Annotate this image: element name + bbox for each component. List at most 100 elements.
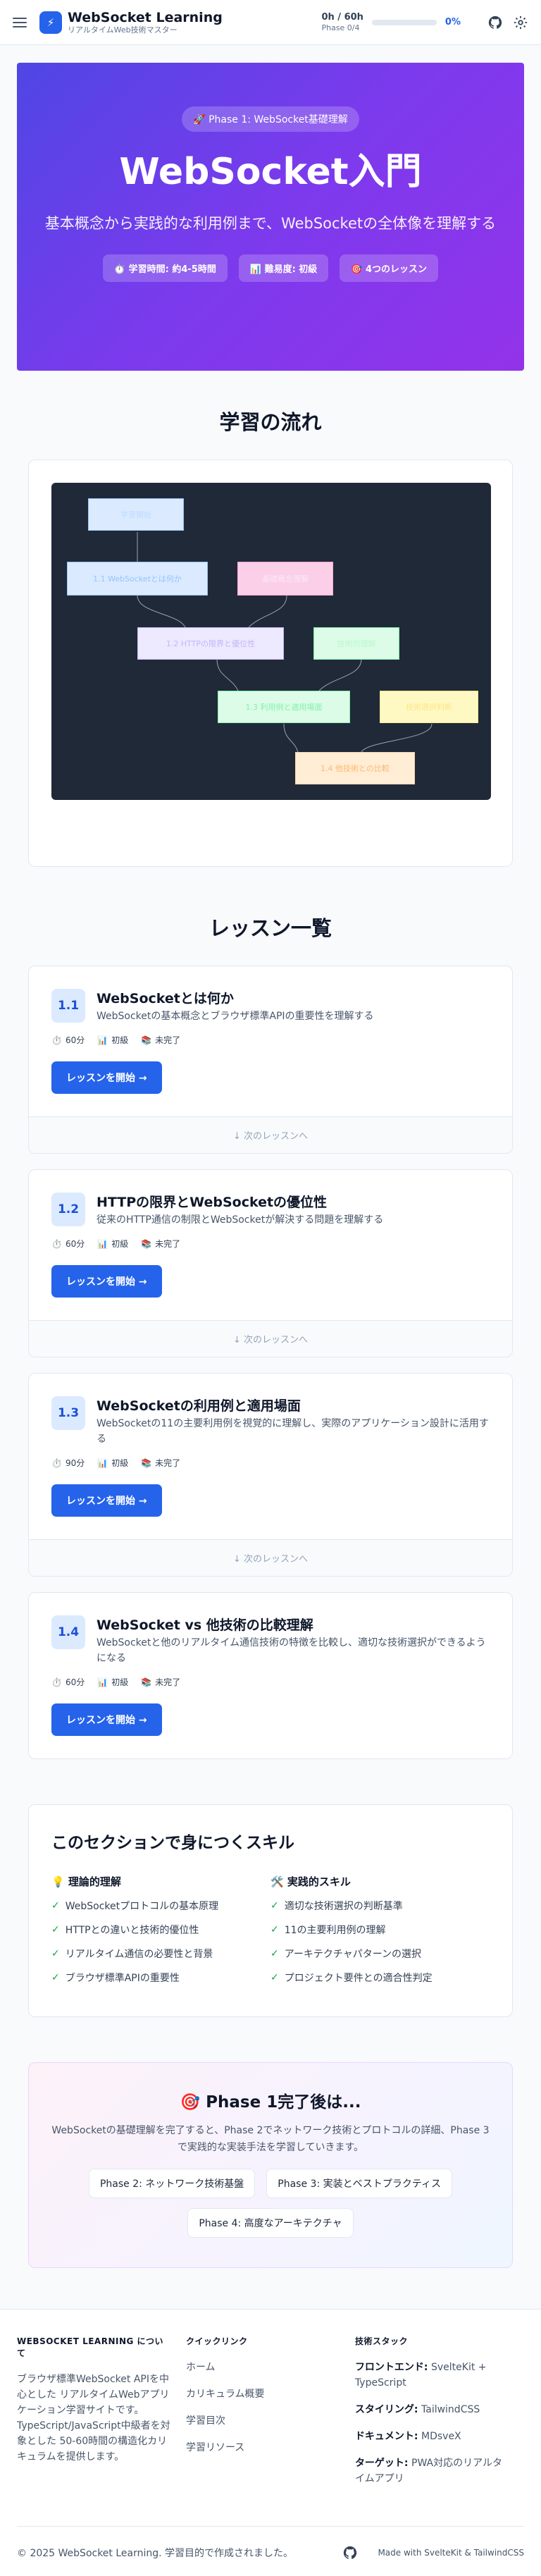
gear-icon[interactable]	[513, 15, 528, 30]
books-icon: 📚	[141, 1238, 152, 1249]
lesson-status: 📚 未完了	[141, 1238, 181, 1250]
footer-about: WEBSOCKET LEARNING について ブラウザ標準WebSocket …	[17, 2335, 186, 2498]
footer-tech: 技術スタック フロントエンド: SvelteKit + TypeScript ス…	[355, 2335, 524, 2498]
chart-icon: 📊	[97, 1677, 108, 1687]
stat-lesson-count: 🎯 4つのレッスン	[340, 254, 439, 282]
lesson-title[interactable]: WebSocketの利用例と適用場面	[97, 1398, 490, 1415]
clock-icon: ⏱️	[51, 1458, 62, 1468]
brand[interactable]: WebSocket Learning リアルタイムWeb技術マスター	[68, 10, 223, 35]
site-footer: WEBSOCKET LEARNING について ブラウザ標準WebSocket …	[0, 2309, 541, 2576]
books-icon: 📚	[141, 1677, 152, 1687]
next-lesson-link[interactable]: ↓ 次のレッスンへ	[29, 1539, 512, 1576]
phase-2-link[interactable]: Phase 2: ネットワーク技術基盤	[88, 2169, 256, 2198]
flow-node-1-3: 1.3 利用例と適用場面	[218, 691, 350, 723]
chart-icon: 📊	[97, 1458, 108, 1468]
phase-4-link[interactable]: Phase 4: 高度なアーキテクチャ	[187, 2208, 354, 2238]
check-icon: ✓	[270, 1924, 279, 1935]
skill-item: ✓ 11の主要利用例の理解	[270, 1924, 386, 1936]
flow-card: 学習開始 1.1 WebSocketとは何か 基礎概念理解 1.2 HTTPの限…	[28, 460, 513, 867]
check-icon: ✓	[51, 1948, 60, 1959]
footer-link-curriculum[interactable]: カリキュラム概要	[186, 2386, 341, 2401]
check-icon: ✓	[51, 1900, 60, 1911]
flow-node-tech: 技術的理解	[313, 627, 399, 660]
skill-item: ✓ アーキテクチャパターンの選択	[270, 1948, 422, 1960]
chart-icon: 📊	[97, 1035, 108, 1045]
lesson-title[interactable]: HTTPの限界とWebSocketの優位性	[97, 1194, 383, 1211]
lesson-description: WebSocketと他のリアルタイム通信技術の特徴を比較し、適切な技術選択ができ…	[97, 1637, 486, 1664]
check-icon: ✓	[51, 1924, 60, 1935]
skill-item: ✓ HTTPとの違いと技術的優位性	[51, 1924, 199, 1936]
lesson-time: ⏱️ 60分	[51, 1677, 85, 1688]
hero-banner: 🚀 Phase 1: WebSocket基礎理解 WebSocket入門 基本概…	[17, 63, 524, 371]
tech-item: ドキュメント: MDsveX	[354, 2431, 461, 2442]
chart-icon: 📊	[97, 1238, 108, 1249]
theory-skills: 💡 理論的理解 ✓ WebSocketプロトコルの基本原理 ✓ HTTPとの違いと技…	[51, 1874, 270, 1995]
phase-complete-card: 🎯 Phase 1完了後は... WebSocketの基礎理解を完了すると、Ph…	[28, 2062, 513, 2268]
start-lesson-button[interactable]: レッスンを開始 →	[51, 1265, 162, 1298]
flow-section-title: 学習の流れ	[219, 410, 322, 434]
start-lesson-button[interactable]: レッスンを開始 →	[51, 1484, 162, 1517]
lesson-level: 📊 初級	[97, 1238, 129, 1250]
theory-heading: 💡 理論的理解	[51, 1875, 121, 1888]
phase-badge: 🚀 Phase 1: WebSocket基礎理解	[182, 106, 359, 132]
skill-item: ✓ プロジェクト要件との適合性判定	[270, 1972, 433, 1984]
lesson-card: 1.2 HTTPの限界とWebSocketの優位性 従来のHTTP通信の制限とW…	[28, 1169, 513, 1357]
flow-node-start: 学習開始	[88, 498, 184, 531]
skill-item: ✓ リアルタイム通信の必要性と背景	[51, 1948, 213, 1960]
skills-card: このセクションで身につくスキル 💡 理論的理解 ✓ WebSocketプロトコルの…	[28, 1804, 513, 2017]
phase-3-link[interactable]: Phase 3: 実装とベストプラクティス	[266, 2169, 453, 2198]
footer-tech-title: 技術スタック	[354, 2336, 408, 2346]
lesson-number: 1.3	[51, 1396, 85, 1430]
lesson-card: 1.1 WebSocketとは何か WebSocketの基本概念とブラウザ標準A…	[28, 966, 513, 1154]
github-icon[interactable]	[342, 2545, 358, 2560]
clock-icon: ⏱️	[51, 1238, 62, 1249]
lesson-description: WebSocketの11の主要利用例を視覚的に理解し、実際のアプリケーション設計…	[97, 1418, 489, 1445]
tech-item: スタイリング: TailwindCSS	[354, 2404, 480, 2415]
start-lesson-button[interactable]: レッスンを開始 →	[51, 1061, 162, 1094]
lesson-description: WebSocketの基本概念とブラウザ標準APIの重要性を理解する	[97, 1011, 374, 1022]
footer-about-title: WEBSOCKET LEARNING について	[17, 2336, 164, 2358]
tech-item: フロントエンド: SvelteKit + TypeScript	[354, 2362, 487, 2389]
lesson-number: 1.1	[51, 989, 85, 1023]
next-lesson-link[interactable]: ↓ 次のレッスンへ	[29, 1116, 512, 1153]
skill-item: ✓ ブラウザ標準APIの重要性	[51, 1972, 180, 1984]
lesson-title[interactable]: WebSocketとは何か	[97, 990, 374, 1007]
github-icon[interactable]	[487, 15, 503, 30]
lesson-level: 📊 初級	[97, 1458, 129, 1469]
flow-diagram: 学習開始 1.1 WebSocketとは何か 基礎概念理解 1.2 HTTPの限…	[51, 483, 491, 800]
lesson-status: 📚 未完了	[141, 1677, 181, 1688]
next-lesson-link[interactable]: ↓ 次のレッスンへ	[29, 1320, 512, 1357]
check-icon: ✓	[270, 1900, 279, 1911]
lesson-time: ⏱️ 60分	[51, 1035, 85, 1046]
footer-links-title: クイックリンク	[185, 2336, 248, 2346]
footer-link-home[interactable]: ホーム	[186, 2360, 341, 2374]
lesson-title[interactable]: WebSocket vs 他技術の比較理解	[97, 1617, 490, 1634]
lesson-description: 従来のHTTP通信の制限とWebSocketが解決する問題を理解する	[97, 1214, 384, 1226]
progress-bar	[371, 19, 437, 25]
flow-node-1-1: 1.1 WebSocketとは何か	[67, 562, 208, 596]
progress-hours: 0h / 60h	[321, 11, 363, 23]
flow-node-decision: 技術選択判断	[380, 691, 478, 723]
hero-subtitle: 基本概念から実践的な利用例まで、WebSocketの全体像を理解する	[44, 215, 497, 232]
start-lesson-button[interactable]: レッスンを開始 →	[51, 1703, 162, 1736]
progress-phase: Phase 0/4	[321, 23, 360, 32]
bolt-icon[interactable]: ⚡	[39, 11, 62, 34]
lesson-number: 1.4	[51, 1615, 85, 1649]
flow-node-1-4: 1.4 他技術との比較	[295, 752, 415, 784]
lesson-number: 1.2	[51, 1193, 85, 1226]
footer-link-toc[interactable]: 学習目次	[186, 2413, 341, 2427]
lesson-level: 📊 初級	[97, 1677, 129, 1688]
books-icon: 📚	[141, 1035, 152, 1045]
footer-about-text: ブラウザ標準WebSocket APIを中心とした リアルタイムWebアプリケー…	[17, 2374, 170, 2463]
footer-link-resources[interactable]: 学習リソース	[186, 2440, 341, 2454]
lessons-section-title: レッスン一覧	[209, 916, 332, 940]
phase-complete-title: 🎯 Phase 1完了後は...	[180, 2093, 361, 2112]
check-icon: ✓	[270, 1972, 279, 1983]
top-header: ⚡ WebSocket Learning リアルタイムWeb技術マスター 0h …	[0, 0, 541, 45]
practical-skills: 🛠️ 実践的スキル ✓ 適切な技術選択の判断基準 ✓ 11の主要利用例の理解 ✓ アー…	[270, 1874, 490, 1995]
progress-summary: 0h / 60h Phase 0/4	[321, 12, 363, 33]
brand-title: WebSocket Learning	[68, 9, 223, 25]
menu-icon[interactable]	[13, 17, 27, 27]
practical-heading: 🛠️ 実践的スキル	[270, 1875, 351, 1888]
clock-icon: ⏱️	[51, 1677, 62, 1687]
